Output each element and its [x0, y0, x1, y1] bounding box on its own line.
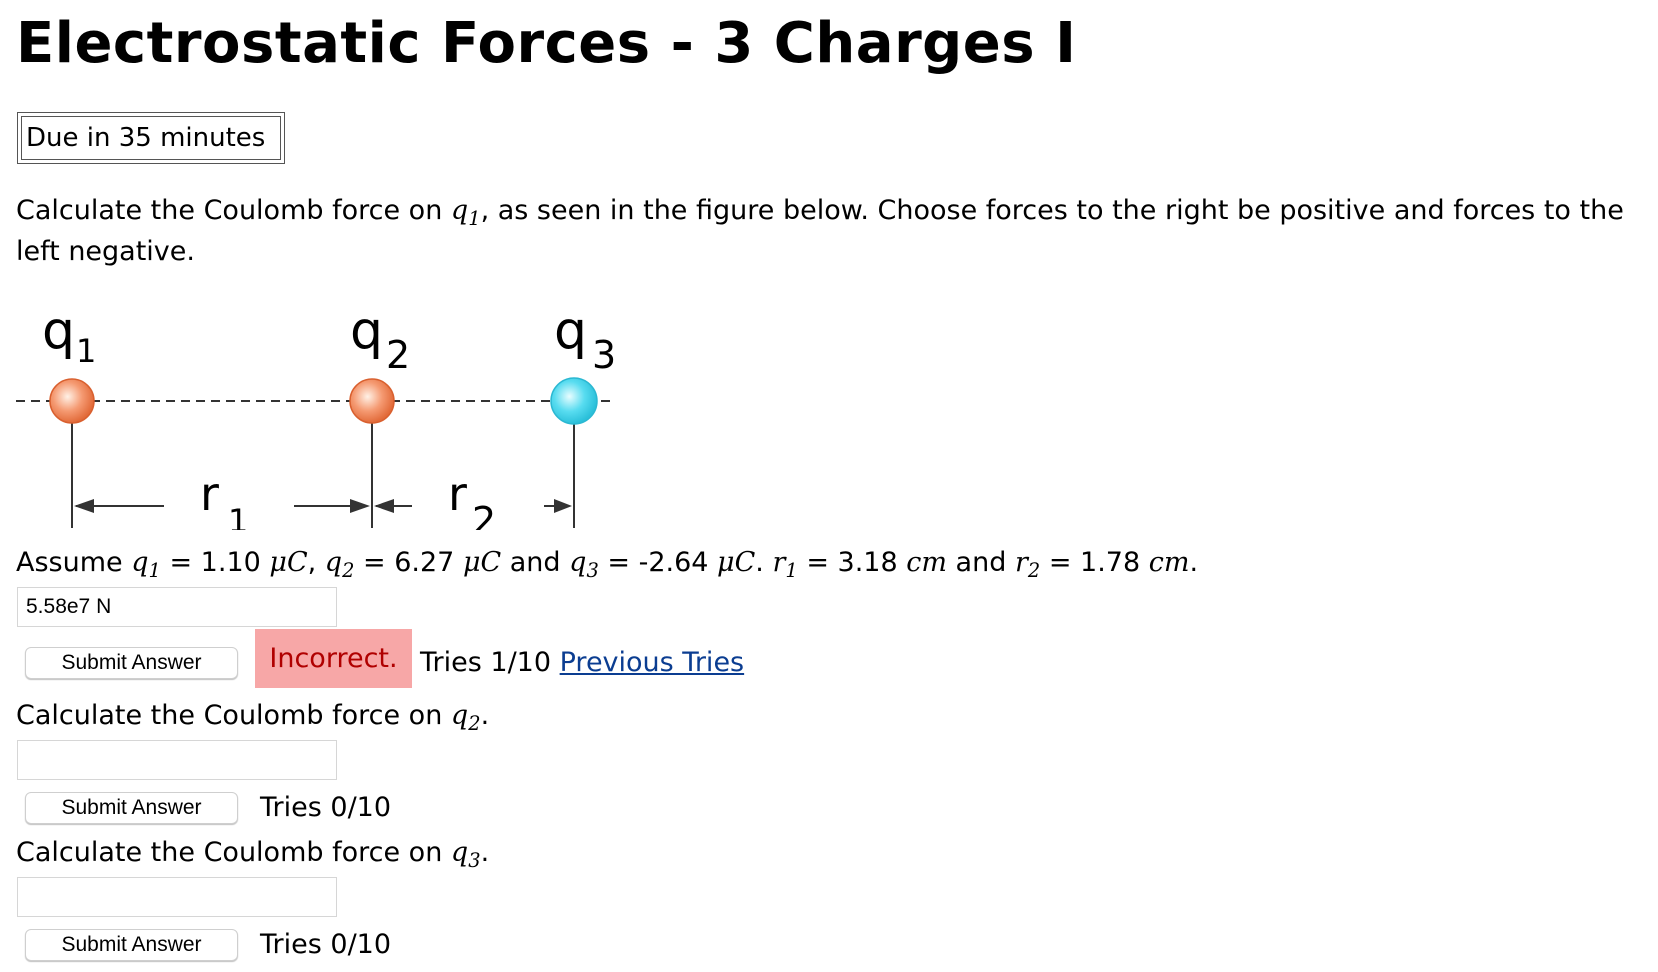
tries-row-q1: Tries 1/10 Previous Tries — [420, 643, 744, 683]
fig-q1-sub: 1 — [76, 332, 96, 370]
answer-input-q2[interactable] — [17, 740, 337, 780]
submit-answer-button-q1[interactable]: Submit Answer — [25, 647, 238, 679]
given-q2-var: q — [324, 547, 343, 578]
given-q1-var: q — [131, 547, 149, 578]
intro-text-rest: , as seen in the figure below. Choose fo… — [480, 195, 1624, 226]
part2-prompt-text: Calculate the Coulomb force on — [16, 700, 451, 731]
tries-count-q3: Tries 0/10 — [260, 929, 392, 960]
intro-q1-sub: 1 — [468, 207, 481, 231]
given-r1-unit: cm — [906, 547, 947, 578]
submit-answer-button-q3[interactable]: Submit Answer — [25, 929, 238, 961]
fig-r1-arrowhead-left — [74, 499, 94, 513]
submit-answer-button-q2[interactable]: Submit Answer — [25, 792, 238, 824]
page-title: Electrostatic Forces - 3 Charges I — [16, 11, 1077, 76]
answer-input-q1[interactable] — [17, 587, 337, 627]
given-sep: , — [307, 547, 325, 578]
given-sep: . — [1189, 547, 1199, 578]
given-q2-value: = 6.27 — [354, 547, 463, 578]
given-q1-sub: 1 — [148, 559, 161, 583]
intro-q1-var: q — [450, 195, 469, 226]
given-r1-sub: 1 — [785, 559, 798, 583]
given-r2-sub: 2 — [1027, 559, 1041, 583]
status-badge-incorrect: Incorrect. — [255, 629, 412, 688]
part3-q-sub: 3 — [468, 849, 481, 873]
given-q1-unit: μC — [269, 547, 308, 578]
fig-q3-label: q — [554, 301, 587, 361]
page: Electrostatic Forces - 3 Charges I Due i… — [0, 0, 1658, 972]
given-values: Assume q1 = 1.10 μC, q2 = 6.27 μC and q3… — [16, 542, 1198, 591]
given-r2-value: = 1.78 — [1040, 547, 1149, 578]
fig-charge-q1 — [49, 378, 95, 424]
fig-q2-sub: 2 — [386, 333, 410, 377]
part2-q-sub: 2 — [468, 712, 481, 736]
given-q2-unit: μC — [462, 547, 502, 578]
question-part2: Calculate the Coulomb force on q2. — [16, 695, 489, 744]
fig-r2-sub: 2 — [472, 499, 496, 530]
question-intro-line2: left negative. — [16, 236, 195, 267]
given-sep: and — [501, 547, 570, 578]
answer-input-q3[interactable] — [17, 877, 337, 917]
given-r2-var: r — [1014, 547, 1028, 578]
given-prefix: Assume — [16, 547, 132, 578]
given-q3-var: q — [569, 547, 587, 578]
part3-prompt-text: Calculate the Coulomb force on — [16, 837, 451, 868]
given-q3-value: = -2.64 — [598, 547, 718, 578]
fig-q1-label: q — [42, 301, 75, 361]
given-r1-value: = 3.18 — [797, 547, 907, 578]
due-badge: Due in 35 minutes — [17, 112, 285, 164]
given-q2-sub: 2 — [342, 559, 355, 583]
fig-q2-label: q — [350, 301, 383, 361]
charges-figure: q 1 q 2 q 3 r 1 r 2 — [16, 301, 616, 530]
part3-q-var: q — [450, 837, 469, 868]
fig-r1-sub: 1 — [228, 502, 248, 530]
fig-r1-arrowhead-right — [350, 499, 370, 513]
tries-count-q1: Tries 1/10 — [420, 647, 552, 678]
part3-period: . — [480, 837, 490, 868]
part2-period: . — [480, 700, 490, 731]
fig-r1-label: r — [200, 467, 219, 521]
intro-text: Calculate the Coulomb force on — [16, 195, 451, 226]
fig-charge-q2 — [349, 378, 395, 424]
given-q3-unit: μC — [717, 547, 756, 578]
part2-q-var: q — [450, 700, 469, 731]
fig-r2-arrowhead-left — [374, 499, 394, 513]
fig-r2-arrowhead-right — [554, 499, 572, 513]
given-q1-value: = 1.10 — [160, 547, 270, 578]
given-r1-var: r — [772, 547, 786, 578]
given-q3-sub: 3 — [586, 559, 599, 583]
due-text: Due in 35 minutes — [21, 116, 281, 160]
question-part3: Calculate the Coulomb force on q3. — [16, 832, 489, 881]
previous-tries-link[interactable]: Previous Tries — [560, 647, 745, 678]
fig-r2-label: r — [448, 467, 467, 521]
fig-q3-sub: 3 — [592, 333, 616, 377]
fig-charge-q3 — [550, 377, 598, 425]
given-sep: . — [755, 547, 773, 578]
question-intro: Calculate the Coulomb force on q1, as se… — [16, 190, 1624, 239]
tries-count-q2: Tries 0/10 — [260, 792, 392, 823]
given-r2-unit: cm — [1148, 547, 1190, 578]
given-sep: and — [946, 547, 1015, 578]
